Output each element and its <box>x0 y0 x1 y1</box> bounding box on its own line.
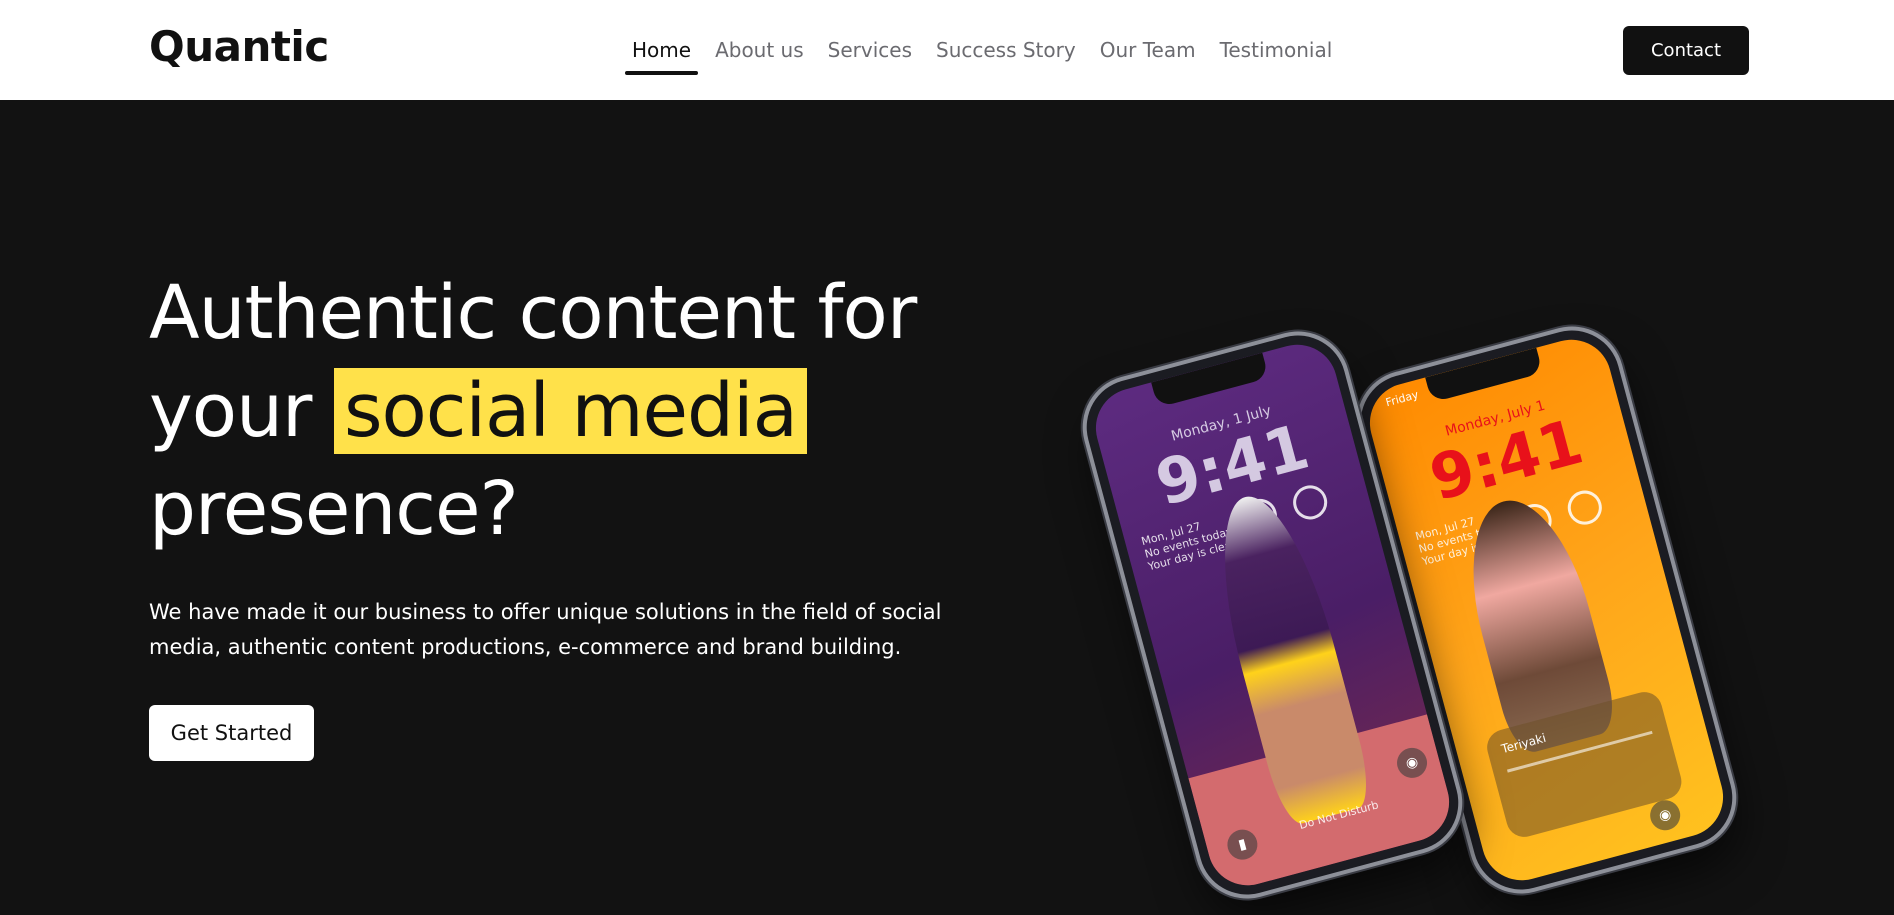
nav-our-team[interactable]: Our Team <box>1088 0 1208 100</box>
phone-battery-widget-icon <box>1563 486 1606 529</box>
headline-line-3: presence? <box>149 466 519 552</box>
headline-highlight: social media <box>333 368 807 454</box>
get-started-button[interactable]: Get Started <box>149 705 314 761</box>
nav-services[interactable]: Services <box>816 0 924 100</box>
hero-section: Authentic content for your social media … <box>0 100 1894 915</box>
nav-home[interactable]: Home <box>620 0 703 100</box>
hero-subtext: We have made it our business to offer un… <box>149 600 942 659</box>
headline-line-1: Authentic content for <box>149 270 917 356</box>
site-header: Quantic Home About us Services Success S… <box>0 0 1894 100</box>
main-nav: Home About us Services Success Story Our… <box>620 0 1344 100</box>
hero-headline: Authentic content for your social media … <box>149 264 969 558</box>
phone-notch <box>1150 352 1269 408</box>
nav-about-us[interactable]: About us <box>703 0 816 100</box>
logo[interactable]: Quantic <box>149 22 329 71</box>
player-track: Teriyaki <box>1499 730 1548 757</box>
nav-success-story[interactable]: Success Story <box>924 0 1088 100</box>
phone-notch <box>1424 347 1543 403</box>
headline-pre: your <box>149 368 312 454</box>
phone-battery-widget-icon <box>1289 481 1331 524</box>
nav-testimonial[interactable]: Testimonial <box>1208 0 1345 100</box>
contact-button[interactable]: Contact <box>1623 26 1749 75</box>
status-text: Friday <box>1384 388 1420 410</box>
